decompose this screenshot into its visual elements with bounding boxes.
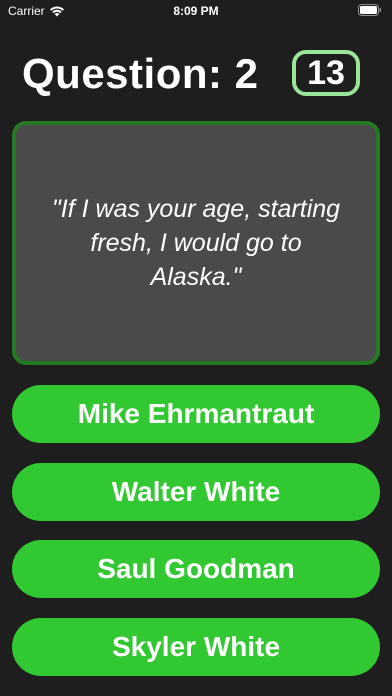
status-time: 8:09 PM xyxy=(173,4,219,18)
status-bar: Carrier 8:09 PM xyxy=(0,0,392,22)
answer-button-3[interactable]: Saul Goodman xyxy=(12,540,380,598)
header: Question: 2 13 xyxy=(0,48,392,104)
quote-card: "If I was your age, starting fresh, I wo… xyxy=(12,121,380,365)
answer-button-1[interactable]: Mike Ehrmantraut xyxy=(12,385,380,443)
quote-text: "If I was your age, starting fresh, I wo… xyxy=(51,195,341,291)
timer-badge: 13 xyxy=(292,50,360,96)
answer-button-4[interactable]: Skyler White xyxy=(12,618,380,676)
answer-button-2[interactable]: Walter White xyxy=(12,463,380,521)
question-title: Question: 2 xyxy=(22,50,259,97)
battery-icon xyxy=(358,4,382,16)
